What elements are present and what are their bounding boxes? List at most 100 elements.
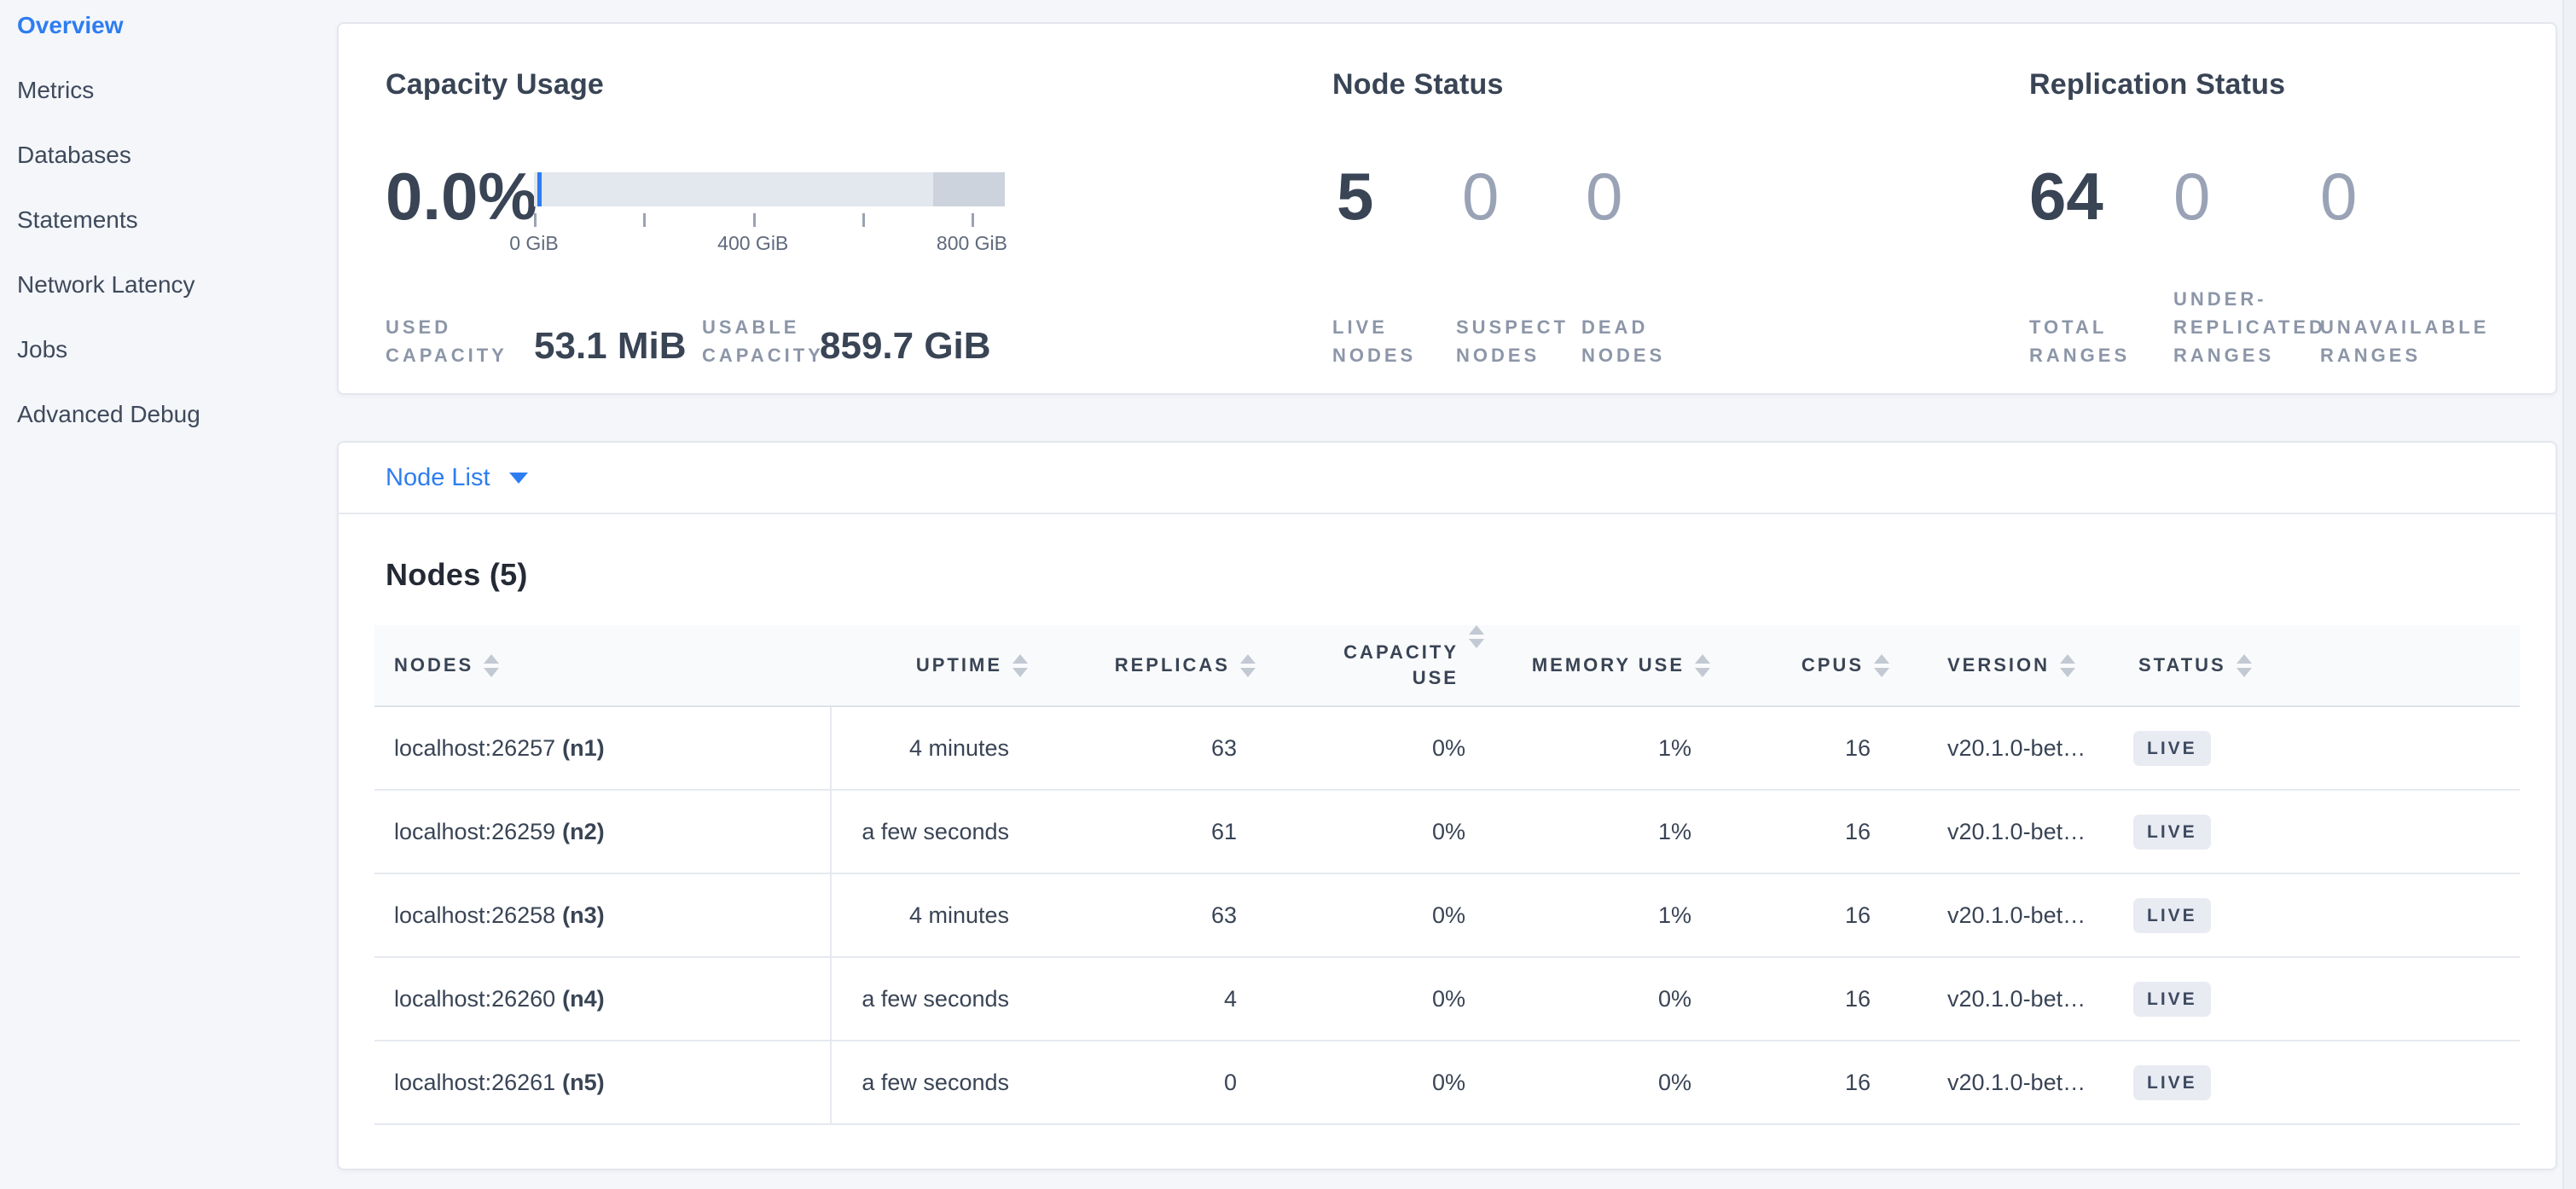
capacity-stat-value: 53.1 MiB	[534, 325, 687, 368]
capacity-axis-tick-label: 400 GiB	[685, 232, 821, 255]
node-list-header: Node List	[339, 443, 2556, 514]
stat-value: 64	[2029, 162, 2103, 232]
sidebar-item-jobs[interactable]: Jobs	[17, 317, 328, 382]
uptime-cell: a few seconds	[832, 791, 1030, 873]
replication-status-section: Replication Status 64TOTALRANGES0UNDER-R…	[2029, 68, 2550, 369]
sidebar-item-overview[interactable]: Overview	[17, 0, 328, 58]
sort-header-version[interactable]: VERSION	[1891, 625, 2104, 705]
capacity-usage-section: Capacity Usage 0.0% 0 GiB400 GiB800 GiB …	[386, 68, 1328, 369]
column-label: MEMORY USE	[1532, 652, 1685, 678]
status-badge: LIVE	[2133, 982, 2211, 1017]
table-row: localhost:26259(n2)a few seconds610%1%16…	[374, 791, 2520, 874]
column-label: UPTIME	[916, 652, 1002, 678]
capacity-bar-used	[537, 172, 542, 206]
version-cell: v20.1.0-bet…	[1891, 707, 2104, 789]
column-label: VERSION	[1947, 652, 2050, 678]
memory-use-cell: 1%	[1486, 874, 1712, 956]
sort-header-capacity-use[interactable]: CAPACITYUSE	[1257, 625, 1486, 705]
table-row: localhost:26261(n5)a few seconds00%0%16v…	[374, 1041, 2520, 1125]
cpus-cell: 16	[1712, 707, 1891, 789]
sort-arrows-icon	[2237, 654, 2252, 677]
memory-use-cell: 0%	[1486, 1041, 1712, 1123]
column-label: NODES	[394, 652, 473, 678]
sidebar-item-network-latency[interactable]: Network Latency	[17, 252, 328, 317]
main-content: Capacity Usage 0.0% 0 GiB400 GiB800 GiB …	[337, 0, 2557, 1170]
node-status-section: Node Status 5LIVENODES0SUSPECTNODES0DEAD…	[1332, 68, 2006, 369]
replicas-cell: 63	[1030, 874, 1257, 956]
sort-arrows-icon	[1695, 654, 1710, 677]
status-cell: LIVE	[2104, 958, 2523, 1040]
sort-header-memory-use[interactable]: MEMORY USE	[1486, 625, 1712, 705]
status-cell: LIVE	[2104, 707, 2523, 789]
capacity-use-cell: 0%	[1257, 791, 1486, 873]
stat-label: USABLECAPACITY	[702, 313, 824, 369]
node-address-link[interactable]: localhost:26259	[394, 819, 555, 845]
node-address-cell: localhost:26261 (n5)	[374, 1041, 832, 1123]
version-cell: v20.1.0-bet…	[1891, 874, 2104, 956]
stat-label: SUSPECTNODES	[1456, 313, 1569, 369]
node-list-dropdown-label: Node List	[386, 464, 490, 492]
stat-value: 5	[1337, 162, 1373, 232]
capacity-use-cell: 0%	[1257, 874, 1486, 956]
node-address-link[interactable]: localhost:26257	[394, 735, 555, 762]
scrollbar-track[interactable]	[2562, 0, 2576, 1189]
stat-label: DEADNODES	[1581, 313, 1665, 369]
status-badge: LIVE	[2133, 731, 2211, 766]
table-row: localhost:26258(n3)4 minutes630%1%16v20.…	[374, 874, 2520, 958]
memory-use-cell: 0%	[1486, 958, 1712, 1040]
replicas-cell: 63	[1030, 707, 1257, 789]
column-label: STATUS	[2138, 652, 2226, 678]
node-id: (n2)	[562, 819, 605, 845]
memory-use-cell: 1%	[1486, 707, 1712, 789]
capacity-axis-tick	[643, 213, 646, 227]
status-badge: LIVE	[2133, 1065, 2211, 1100]
uptime-cell: a few seconds	[832, 1041, 1030, 1123]
replicas-cell: 4	[1030, 958, 1257, 1040]
sidebar-item-advanced-debug[interactable]: Advanced Debug	[17, 382, 328, 447]
node-id: (n3)	[562, 902, 605, 929]
nodes-count-heading: Nodes (5)	[386, 557, 2509, 593]
node-list-dropdown[interactable]: Node List	[386, 464, 528, 492]
node-id: (n5)	[562, 1070, 605, 1096]
node-address-cell: localhost:26258 (n3)	[374, 874, 832, 956]
stat-label: USEDCAPACITY	[386, 313, 508, 369]
node-address-link[interactable]: localhost:26260	[394, 986, 555, 1012]
node-address-link[interactable]: localhost:26258	[394, 902, 555, 929]
sort-header-uptime[interactable]: UPTIME	[832, 625, 1030, 705]
node-list-card: Node List Nodes (5) NODES UPTIME REPLICAS C…	[337, 441, 2557, 1170]
capacity-axis-tick-label: 0 GiB	[466, 232, 602, 255]
sort-header-status[interactable]: STATUS	[2104, 625, 2523, 705]
node-address-cell: localhost:26259 (n2)	[374, 791, 832, 873]
sort-header-cpus[interactable]: CPUS	[1712, 625, 1891, 705]
chevron-down-icon	[509, 473, 528, 484]
nodes-table-body: localhost:26257(n1)4 minutes630%1%16v20.…	[374, 707, 2520, 1125]
nodes-table: NODES UPTIME REPLICAS CAPACITYUSE MEMORY USE…	[374, 625, 2520, 1125]
capacity-axis-tick	[972, 213, 974, 227]
node-status-title: Node Status	[1332, 68, 2006, 102]
capacity-use-cell: 0%	[1257, 958, 1486, 1040]
cluster-overview-card: Capacity Usage 0.0% 0 GiB400 GiB800 GiB …	[337, 22, 2557, 395]
status-cell: LIVE	[2104, 874, 2523, 956]
memory-use-cell: 1%	[1486, 791, 1712, 873]
sort-arrows-icon	[1469, 625, 1484, 648]
version-cell: v20.1.0-bet…	[1891, 958, 2104, 1040]
column-label: CAPACITYUSE	[1343, 640, 1459, 691]
capacity-axis-tick	[753, 213, 756, 227]
node-address-link[interactable]: localhost:26261	[394, 1070, 555, 1096]
sort-header-nodes[interactable]: NODES	[374, 625, 832, 705]
sidebar-item-statements[interactable]: Statements	[17, 188, 328, 252]
cpus-cell: 16	[1712, 874, 1891, 956]
capacity-usage-title: Capacity Usage	[386, 68, 1328, 102]
sidebar-item-databases[interactable]: Databases	[17, 123, 328, 188]
cpus-cell: 16	[1712, 1041, 1891, 1123]
capacity-use-cell: 0%	[1257, 707, 1486, 789]
sort-header-replicas[interactable]: REPLICAS	[1030, 625, 1257, 705]
status-cell: LIVE	[2104, 1041, 2523, 1123]
stat-value: 0	[1586, 162, 1622, 232]
sort-arrows-icon	[2060, 654, 2075, 677]
capacity-use-cell: 0%	[1257, 1041, 1486, 1123]
table-row: localhost:26257(n1)4 minutes630%1%16v20.…	[374, 707, 2520, 791]
sidebar-item-metrics[interactable]: Metrics	[17, 58, 328, 123]
replicas-cell: 0	[1030, 1041, 1257, 1123]
sort-arrows-icon	[1012, 654, 1028, 677]
